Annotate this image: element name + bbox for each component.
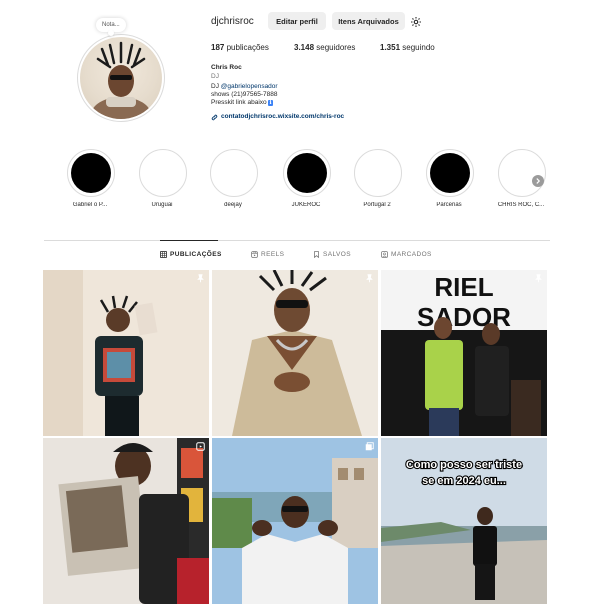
post-photo: RIEL SADOR [381,270,547,436]
reels-icon [251,251,258,258]
highlight-circle[interactable] [354,149,402,197]
posts-stat: 187 publicações [211,43,269,52]
bio-mention-link[interactable]: @gabrielopensador [221,83,278,90]
pin-icon [535,274,542,283]
post-thumbnail[interactable] [212,270,378,436]
highlight-label: Portugal 2 [363,202,391,208]
highlight-cover [502,153,542,193]
bio-name: Chris Roc [211,64,242,71]
tab-reels[interactable]: REELS [251,251,284,258]
tab-publicacoes[interactable]: PUBLICAÇÕES [160,251,222,258]
bookmark-icon [314,251,319,258]
post-thumbnail[interactable] [43,270,209,436]
archived-items-button[interactable]: Itens Arquivados [332,12,405,30]
profile-username: djchrisroc [211,16,254,27]
gear-icon[interactable] [410,15,422,27]
post-thumbnail[interactable] [43,438,209,604]
highlight-cover [143,153,183,193]
following-stat[interactable]: 1.351 seguindo [380,43,435,52]
highlight-label: deejay [224,202,242,208]
grid-icon [160,251,167,258]
post-photo [43,438,209,604]
carousel-icon [365,442,374,451]
avatar[interactable] [80,37,162,119]
bio-text: DJ @gabrielopensador shows (21)97565-7888… [211,83,278,106]
post-caption-line1: Como posso ser triste [406,459,522,471]
avatar-photo [91,41,151,119]
note-bubble[interactable]: Nota... [96,18,126,36]
pin-icon [366,274,373,283]
post-thumbnail[interactable] [212,438,378,604]
highlight-label: Parcerias [436,202,462,208]
reel-icon [196,442,205,451]
banner-top-text: RIEL [434,272,493,302]
tabs-divider [44,240,550,241]
post-thumbnail[interactable]: RIEL SADOR [381,270,547,436]
highlight-cover [287,153,327,193]
post-photo [212,438,378,604]
highlight-cover [358,153,398,193]
highlight-label: Uruguai [151,202,173,208]
post-thumbnail[interactable]: Como posso ser triste se em 2024 eu... [381,438,547,604]
edit-profile-button[interactable]: Editar perfil [268,12,326,30]
highlight-circle[interactable] [210,149,258,197]
highlight-circle[interactable] [283,149,331,197]
highlight-label: CHRIS ROC, C... [497,202,545,208]
active-tab-indicator [160,240,218,241]
tab-marcados[interactable]: MARCADOS [381,251,432,258]
highlight-circle[interactable] [498,149,546,197]
highlights-next-button[interactable] [532,175,544,187]
highlight-cover [430,153,470,193]
highlight-circle[interactable] [67,149,115,197]
info-emoji-icon: ℹ [268,100,273,106]
post-photo [212,270,378,436]
chevron-right-icon [536,178,541,184]
link-icon [211,114,218,120]
highlight-cover [71,153,111,193]
highlight-circle[interactable] [139,149,187,197]
post-photo [43,270,209,436]
followers-stat[interactable]: 3.148 seguidores [294,43,355,52]
bio-category: DJ [211,73,219,80]
highlight-cover [214,153,254,193]
highlight-label: JUKEROC [291,202,321,208]
highlight-label: Gabriel o P... [72,202,108,208]
tab-salvos[interactable]: SALVOS [313,251,351,258]
post-caption-line2: se em 2024 eu... [422,475,506,487]
highlight-circle[interactable] [426,149,474,197]
bio-external-link[interactable]: contatodjchrisroc.wixsite.com/chris-roc [211,113,344,121]
post-photo: Como posso ser triste se em 2024 eu... [381,438,547,604]
tagged-icon [381,251,388,258]
pin-icon [197,274,204,283]
